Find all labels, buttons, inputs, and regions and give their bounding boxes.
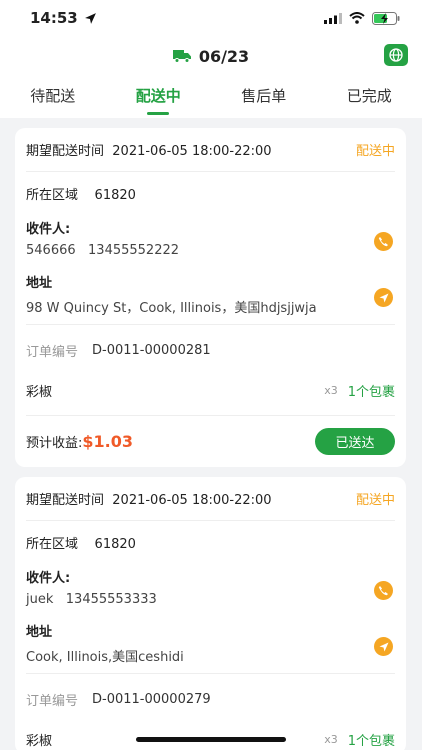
address-row: 98 W Quincy St，Cook, Illinois，美国hdjsjjwj… <box>26 288 395 316</box>
recipient-label: 收件人: <box>26 222 71 237</box>
order-card[interactable]: 期望配送时间 2021-06-05 18:00-22:00 配送中 所在区域 6… <box>15 128 406 467</box>
item-qty: x3 <box>324 383 338 397</box>
address-label: 地址 <box>26 276 53 291</box>
order-list: 期望配送时间 2021-06-05 18:00-22:00 配送中 所在区域 6… <box>0 128 422 750</box>
tab-completed[interactable]: 已完成 <box>317 76 422 118</box>
recipient-row: 546666 13455552222 <box>26 232 395 258</box>
signal-icon <box>324 12 342 24</box>
recipient-row: juek 13455553333 <box>26 581 395 607</box>
item-name: 彩椒 <box>26 384 53 400</box>
language-button[interactable] <box>384 44 408 66</box>
recipient-label: 收件人: <box>26 571 71 586</box>
item-name: 彩椒 <box>26 733 53 749</box>
truck-icon <box>172 50 191 63</box>
recipient-info: juek 13455553333 <box>26 592 157 607</box>
address-row: Cook, Illinois,美国ceshidi <box>26 637 395 665</box>
order-item: 彩椒 x3 1个包裹 <box>26 375 395 405</box>
phone-icon[interactable] <box>374 581 393 600</box>
address-text: Cook, Illinois,美国ceshidi <box>26 650 184 665</box>
status-badge: 配送中 <box>355 144 395 159</box>
order-number: 订单编号 D-0011-00000281 <box>26 342 211 360</box>
order-number: 订单编号 D-0011-00000279 <box>26 691 211 709</box>
battery-charging-icon <box>372 11 400 25</box>
system-icons <box>324 11 400 25</box>
address-text: 98 W Quincy St，Cook, Illinois，美国hdjsjjwj… <box>26 301 317 316</box>
address-label: 地址 <box>26 625 53 640</box>
item-qty: x3 <box>324 732 338 746</box>
phone-icon[interactable] <box>374 232 393 251</box>
tab-after-sales[interactable]: 售后单 <box>211 76 317 118</box>
order-tabs: 待配送 配送中 售后单 已完成 <box>0 76 422 118</box>
globe-icon <box>389 48 403 62</box>
card-info: 所在区域 61820 收件人: juek 13455553333 地址 Cook… <box>26 521 395 674</box>
home-indicator <box>136 737 286 742</box>
card-info: 所在区域 61820 收件人: 546666 13455552222 地址 98… <box>26 172 395 325</box>
status-bar: 14:53 <box>0 0 422 36</box>
order-card[interactable]: 期望配送时间 2021-06-05 18:00-22:00 配送中 所在区域 6… <box>15 477 406 750</box>
top-bar: 06/23 <box>0 36 422 76</box>
tab-delivering[interactable]: 配送中 <box>106 76 212 118</box>
card-header: 期望配送时间 2021-06-05 18:00-22:00 配送中 <box>26 477 395 521</box>
expected-time: 期望配送时间 2021-06-05 18:00-22:00 <box>26 144 272 159</box>
recipient-info: 546666 13455552222 <box>26 243 180 258</box>
expected-income: 预计收益:$1.03 <box>26 432 133 451</box>
navigation-icon[interactable] <box>374 637 393 656</box>
delivered-button[interactable]: 已送达 <box>315 428 395 455</box>
clock-text: 14:53 <box>30 9 78 27</box>
package-count[interactable]: 1个包裹 <box>348 381 395 400</box>
status-time: 14:53 <box>30 9 97 27</box>
status-badge: 配送中 <box>355 493 395 508</box>
region: 所在区域 61820 <box>26 188 136 203</box>
date-selector[interactable]: 06/23 <box>172 46 250 66</box>
card-header: 期望配送时间 2021-06-05 18:00-22:00 配送中 <box>26 128 395 172</box>
navigation-icon[interactable] <box>374 288 393 307</box>
expected-time: 期望配送时间 2021-06-05 18:00-22:00 <box>26 493 272 508</box>
wifi-icon <box>349 12 365 24</box>
package-count[interactable]: 1个包裹 <box>348 730 395 749</box>
date-label: 06/23 <box>198 46 250 66</box>
card-footer: 预计收益:$1.03 已送达 <box>26 415 395 467</box>
region: 所在区域 61820 <box>26 537 136 552</box>
location-arrow-icon <box>84 12 96 24</box>
tab-pending[interactable]: 待配送 <box>0 76 106 118</box>
